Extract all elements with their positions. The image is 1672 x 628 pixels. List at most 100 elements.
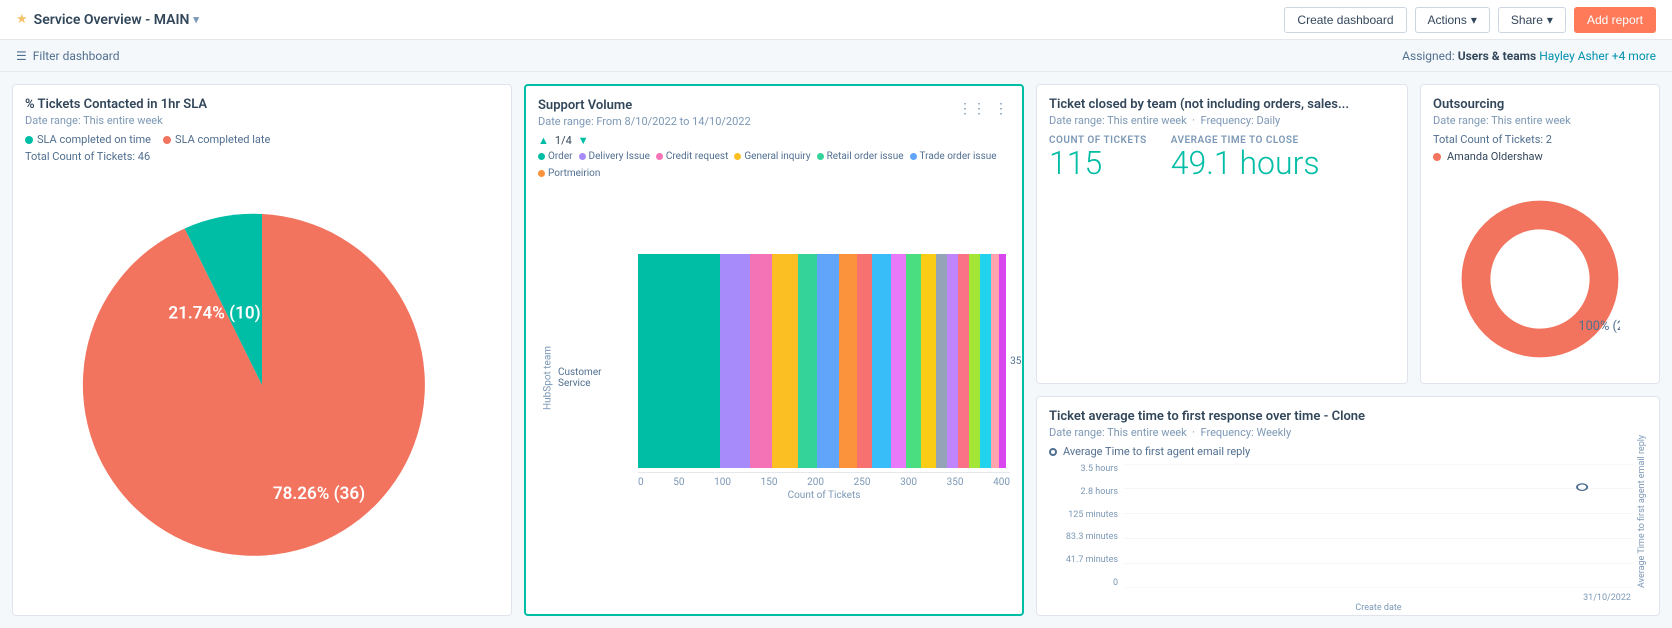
pagination-up-icon[interactable]: ▲ [538, 134, 549, 147]
right-top-row: Ticket closed by team (not including ord… [1036, 84, 1660, 384]
donut-hole [1505, 243, 1575, 313]
pie-chart-svg: 21.74% (10) 78.26% (36) [72, 195, 452, 575]
bar-segment-port [839, 254, 858, 468]
pie-chart-panel: % Tickets Contacted in 1hr SLA Date rang… [12, 84, 512, 616]
filter-dashboard-button[interactable]: ☰ Filter dashboard [16, 49, 120, 63]
bar-segment-general [772, 254, 798, 468]
bar-legend-dot-port [538, 170, 545, 177]
avg-value: 49.1 hours [1171, 146, 1320, 181]
assigned-user[interactable]: Hayley Asher [1539, 49, 1609, 63]
line-panel-subtitle: Date range: This entire week · Frequency… [1049, 426, 1647, 439]
filter-icon: ☰ [16, 49, 27, 63]
line-x-label: Create date [1124, 603, 1633, 613]
bar-chart-bars-area: 355 0 50 100 150 200 250 300 350 400 [638, 183, 1010, 572]
legend-item-late: SLA completed late [163, 133, 270, 146]
bar-x-axis: 0 50 100 150 200 250 300 350 400 Count o… [638, 472, 1010, 501]
pagination-down-icon[interactable]: ▼ [578, 134, 589, 147]
actions-button[interactable]: Actions ▾ [1415, 7, 1490, 33]
bar-legend-label-general: General inquiry [744, 151, 810, 162]
bar-panel-more-icon[interactable]: ⋮ [992, 98, 1010, 119]
bar-segment-16 [969, 254, 980, 468]
bar-legend-port: Portmeirion [538, 168, 600, 179]
bar-legend-label-trade: Trade order issue [920, 151, 997, 162]
pie-label-on-time: 21.74% (10) [168, 304, 260, 324]
count-metric: COUNT OF TICKETS 115 [1049, 135, 1147, 181]
bar-legend-label-credit: Credit request [666, 151, 728, 162]
add-report-button[interactable]: Add report [1574, 7, 1656, 33]
line-chart-main: 31/10/2022 Create date [1124, 464, 1633, 588]
filter-label: Filter dashboard [33, 49, 120, 63]
bar-legend-dot-general [734, 153, 741, 160]
bar-end-value: 355 [1010, 356, 1024, 367]
assigned-type: Users & teams [1458, 49, 1537, 63]
line-chart-area: 3.5 hours 2.8 hours 125 minutes 83.3 min… [1049, 464, 1647, 588]
topbar-actions: Create dashboard Actions ▾ Share ▾ Add r… [1284, 7, 1656, 33]
bar-segment-11 [906, 254, 921, 468]
count-value: 115 [1049, 146, 1147, 181]
legend-dot-late [163, 136, 171, 144]
outsourcing-legend-label: Amanda Oldershaw [1447, 150, 1543, 163]
bar-panel-subtitle: Date range: From 8/10/2022 to 14/10/2022 [538, 115, 751, 128]
ticket-panel-subtitle: Date range: This entire week · Frequency… [1049, 114, 1395, 127]
ticket-closed-panel: Ticket closed by team (not including ord… [1036, 84, 1408, 384]
bar-segment-14 [947, 254, 958, 468]
line-x-axis: 31/10/2022 [1124, 593, 1633, 603]
ticket-panel-title: Ticket closed by team (not including ord… [1049, 97, 1395, 112]
bar-x-label: Count of Tickets [638, 490, 1010, 501]
line-y-axis: 3.5 hours 2.8 hours 125 minutes 83.3 min… [1049, 464, 1124, 588]
assigned-more[interactable]: +4 more [1612, 49, 1656, 63]
bar-segment-retail [798, 254, 817, 468]
filter-assigned: Assigned: Users & teams Hayley Asher +4 … [1402, 49, 1656, 63]
star-icon[interactable]: ★ [16, 12, 28, 27]
pie-total: Total Count of Tickets: 46 [25, 150, 499, 163]
line-legend-circle [1049, 448, 1057, 456]
metrics-row: COUNT OF TICKETS 115 AVERAGE TIME TO CLO… [1049, 135, 1395, 181]
bar-segment-10 [891, 254, 906, 468]
bar-legend-trade: Trade order issue [910, 151, 997, 162]
pie-label-late: 78.26% (36) [273, 484, 365, 504]
bar-panel-actions: ⋮⋮ ⋮ [956, 98, 1010, 119]
dashboard-title: Service Overview - MAIN ▾ [34, 12, 199, 28]
chevron-down-icon[interactable]: ▾ [193, 13, 199, 26]
bar-segment-18 [991, 254, 998, 468]
bar-segment-delivery [720, 254, 750, 468]
bar-chart-panel: Support Volume Date range: From 8/10/202… [524, 84, 1024, 616]
line-chart-svg [1124, 464, 1633, 588]
right-column: Ticket closed by team (not including ord… [1036, 84, 1660, 616]
topbar-left: ★ Service Overview - MAIN ▾ [16, 12, 199, 28]
bar-chart-legend: Order Delivery Issue Credit request Gene… [538, 151, 1010, 179]
filterbar: ☰ Filter dashboard Assigned: Users & tea… [0, 40, 1672, 72]
bar-legend-credit: Credit request [656, 151, 728, 162]
donut-chart-svg: 100% (2) [1460, 199, 1620, 359]
bar-panel-menu-icon[interactable]: ⋮⋮ [956, 98, 988, 119]
assigned-label: Assigned: [1402, 49, 1455, 63]
bar-segment-trade [817, 254, 839, 468]
bar-segment-19 [999, 254, 1006, 468]
avg-metric: AVERAGE TIME TO CLOSE 49.1 hours [1171, 135, 1320, 181]
line-y-label: Average Time to first agent email reply [1633, 464, 1647, 588]
bar-legend-dot-trade [910, 153, 917, 160]
create-dashboard-button[interactable]: Create dashboard [1284, 7, 1406, 33]
pie-panel-title: % Tickets Contacted in 1hr SLA [25, 97, 499, 112]
share-chevron-icon: ▾ [1547, 13, 1553, 27]
bar-segment-15 [958, 254, 969, 468]
bar-legend-retail: Retail order issue [817, 151, 904, 162]
donut-chart-container: 100% (2) [1433, 169, 1647, 384]
pie-panel-subtitle: Date range: This entire week [25, 114, 499, 127]
outsourcing-total-label: Total Count of Tickets: [1433, 133, 1543, 146]
share-button[interactable]: Share ▾ [1498, 7, 1566, 33]
outsourcing-legend: Amanda Oldershaw [1433, 150, 1647, 163]
bar-legend-label-port: Portmeirion [548, 168, 600, 179]
bar-panel-title: Support Volume [538, 98, 751, 113]
pie-chart-container: 21.74% (10) 78.26% (36) [25, 167, 499, 603]
line-chart-panel: Ticket average time to first response ov… [1036, 396, 1660, 616]
bar-panel-header-left: Support Volume Date range: From 8/10/202… [538, 98, 751, 134]
bar-legend-label-delivery: Delivery Issue [589, 151, 650, 162]
bar-row-label: Customer Service [558, 183, 638, 572]
bar-y-label: HubSpot team [538, 183, 558, 572]
bar-legend-dot-order [538, 153, 545, 160]
line-panel-title: Ticket average time to first response ov… [1049, 409, 1647, 424]
outsourcing-panel-subtitle: Date range: This entire week [1433, 114, 1647, 127]
stacked-bar: 355 [638, 254, 1010, 468]
bar-segment-order [638, 254, 720, 468]
